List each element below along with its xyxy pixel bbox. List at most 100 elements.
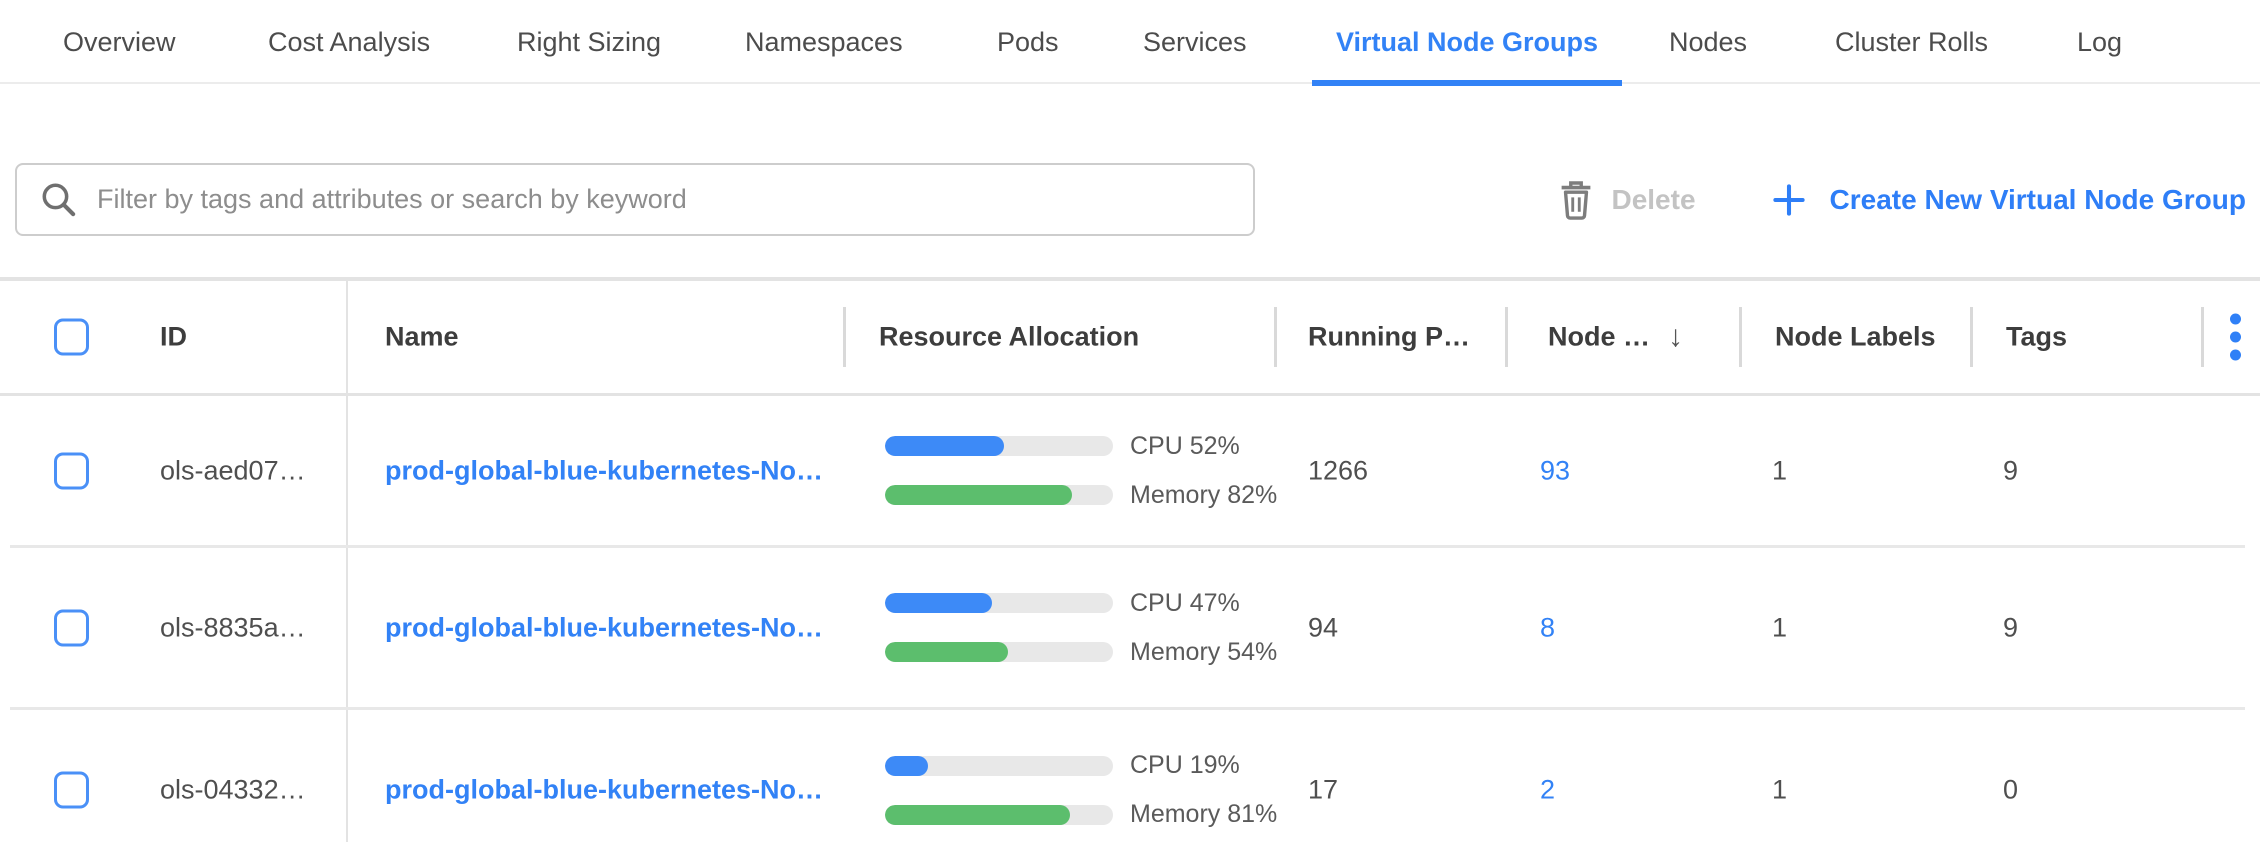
header-divider	[1739, 307, 1742, 367]
row-name-link[interactable]: prod-global-blue-kubernetes-No…	[385, 775, 823, 806]
resource-allocation-cell: CPU 52% Memory 82%	[885, 432, 1277, 510]
row-checkbox[interactable]	[54, 609, 89, 646]
row-tags: 0	[2003, 775, 2018, 806]
tab-virtual-node-groups[interactable]: Virtual Node Groups	[1336, 0, 1598, 84]
row-tags: 9	[2003, 612, 2018, 643]
sort-descending-icon[interactable]: ↓	[1668, 320, 1683, 354]
create-label: Create New Virtual Node Group	[1830, 184, 2246, 216]
resource-allocation-cell: CPU 47% Memory 54%	[885, 589, 1277, 667]
table-row: ols-04332… prod-global-blue-kubernetes-N…	[0, 710, 2260, 842]
header-tags[interactable]: Tags	[2006, 322, 2067, 353]
tab-right-sizing[interactable]: Right Sizing	[517, 0, 661, 84]
tab-cost-analysis[interactable]: Cost Analysis	[268, 0, 430, 84]
plus-icon	[1772, 183, 1806, 217]
row-node-labels: 1	[1772, 455, 1787, 486]
header-divider	[1274, 307, 1277, 367]
header-divider	[1970, 307, 1973, 367]
row-node-count-link[interactable]: 8	[1540, 612, 1555, 643]
column-options-kebab-icon[interactable]	[2226, 310, 2245, 365]
header-id[interactable]: ID	[160, 322, 187, 353]
tab-label: Right Sizing	[517, 27, 661, 58]
tab-label: Namespaces	[745, 27, 903, 58]
memory-bar-fill	[885, 642, 1008, 662]
cpu-label: CPU 47%	[1130, 589, 1240, 618]
cpu-bar-line: CPU 47%	[885, 589, 1277, 618]
tab-overview[interactable]: Overview	[63, 0, 176, 84]
cpu-bar-track	[885, 593, 1113, 613]
delete-button[interactable]: Delete	[1559, 180, 1695, 220]
tab-log[interactable]: Log	[2077, 0, 2122, 84]
filter-search-box[interactable]	[15, 163, 1255, 236]
row-checkbox[interactable]	[54, 772, 89, 809]
cpu-bar-track	[885, 436, 1113, 456]
top-tab-bar: Overview Cost Analysis Right Sizing Name…	[0, 0, 2260, 84]
row-node-count-link[interactable]: 2	[1540, 775, 1555, 806]
cpu-bar-fill	[885, 756, 928, 776]
header-resource-allocation[interactable]: Resource Allocation	[879, 322, 1139, 353]
header-name[interactable]: Name	[385, 322, 459, 353]
tab-namespaces[interactable]: Namespaces	[745, 0, 903, 84]
row-id: ols-aed07…	[160, 455, 306, 486]
tab-label: Cluster Rolls	[1835, 27, 1988, 58]
row-name-link[interactable]: prod-global-blue-kubernetes-No…	[385, 612, 823, 643]
memory-bar-track	[885, 805, 1113, 825]
tab-label: Virtual Node Groups	[1336, 27, 1598, 58]
header-divider	[2201, 307, 2204, 367]
tab-label: Overview	[63, 27, 176, 58]
tab-label: Log	[2077, 27, 2122, 58]
memory-bar-line: Memory 82%	[885, 481, 1277, 510]
cpu-bar-line: CPU 52%	[885, 432, 1277, 461]
row-node-labels: 1	[1772, 775, 1787, 806]
memory-bar-track	[885, 642, 1113, 662]
row-node-labels: 1	[1772, 612, 1787, 643]
row-running-pods: 94	[1308, 612, 1338, 643]
cpu-bar-fill	[885, 436, 1004, 456]
memory-label: Memory 54%	[1130, 638, 1277, 667]
memory-bar-track	[885, 485, 1113, 505]
row-node-count-link[interactable]: 93	[1540, 455, 1570, 486]
cpu-label: CPU 52%	[1130, 432, 1240, 461]
row-checkbox[interactable]	[54, 452, 89, 489]
row-id: ols-04332…	[160, 775, 306, 806]
tab-label: Pods	[997, 27, 1059, 58]
memory-bar-fill	[885, 805, 1070, 825]
virtual-node-groups-page: Overview Cost Analysis Right Sizing Name…	[0, 0, 2260, 842]
tab-services[interactable]: Services	[1143, 0, 1247, 84]
table-row: ols-8835a… prod-global-blue-kubernetes-N…	[0, 548, 2260, 707]
resource-allocation-cell: CPU 19% Memory 81%	[885, 751, 1277, 829]
row-name-link[interactable]: prod-global-blue-kubernetes-No…	[385, 455, 823, 486]
header-divider	[1505, 307, 1508, 367]
delete-label: Delete	[1611, 184, 1695, 216]
tab-nodes[interactable]: Nodes	[1669, 0, 1747, 84]
cpu-bar-fill	[885, 593, 992, 613]
tab-label: Services	[1143, 27, 1247, 58]
row-running-pods: 1266	[1308, 455, 1368, 486]
memory-bar-fill	[885, 485, 1072, 505]
header-node-labels[interactable]: Node Labels	[1775, 322, 1936, 353]
row-running-pods: 17	[1308, 775, 1338, 806]
cpu-bar-line: CPU 19%	[885, 751, 1277, 780]
memory-label: Memory 81%	[1130, 800, 1277, 829]
tab-label: Nodes	[1669, 27, 1747, 58]
row-id: ols-8835a…	[160, 612, 306, 643]
select-all-checkbox[interactable]	[54, 319, 89, 356]
create-virtual-node-group-button[interactable]: Create New Virtual Node Group	[1772, 183, 2246, 217]
row-tags: 9	[2003, 455, 2018, 486]
cpu-bar-track	[885, 756, 1113, 776]
search-input[interactable]	[97, 184, 1237, 215]
toolbar-actions: Delete Create New Virtual Node Group	[1559, 163, 2246, 236]
memory-bar-line: Memory 81%	[885, 800, 1277, 829]
tab-cluster-rolls[interactable]: Cluster Rolls	[1835, 0, 1988, 84]
table-row: ols-aed07… prod-global-blue-kubernetes-N…	[0, 396, 2260, 545]
tab-pods[interactable]: Pods	[997, 0, 1059, 84]
trash-icon	[1559, 180, 1593, 220]
table-header-row: ID Name Resource Allocation Running P… N…	[0, 281, 2260, 393]
header-running-pods[interactable]: Running P…	[1308, 322, 1470, 353]
header-node-count[interactable]: Node …	[1548, 322, 1650, 353]
tab-label: Cost Analysis	[268, 27, 430, 58]
memory-label: Memory 82%	[1130, 481, 1277, 510]
search-icon	[39, 180, 79, 220]
cpu-label: CPU 19%	[1130, 751, 1240, 780]
memory-bar-line: Memory 54%	[885, 638, 1277, 667]
header-divider	[843, 307, 846, 367]
